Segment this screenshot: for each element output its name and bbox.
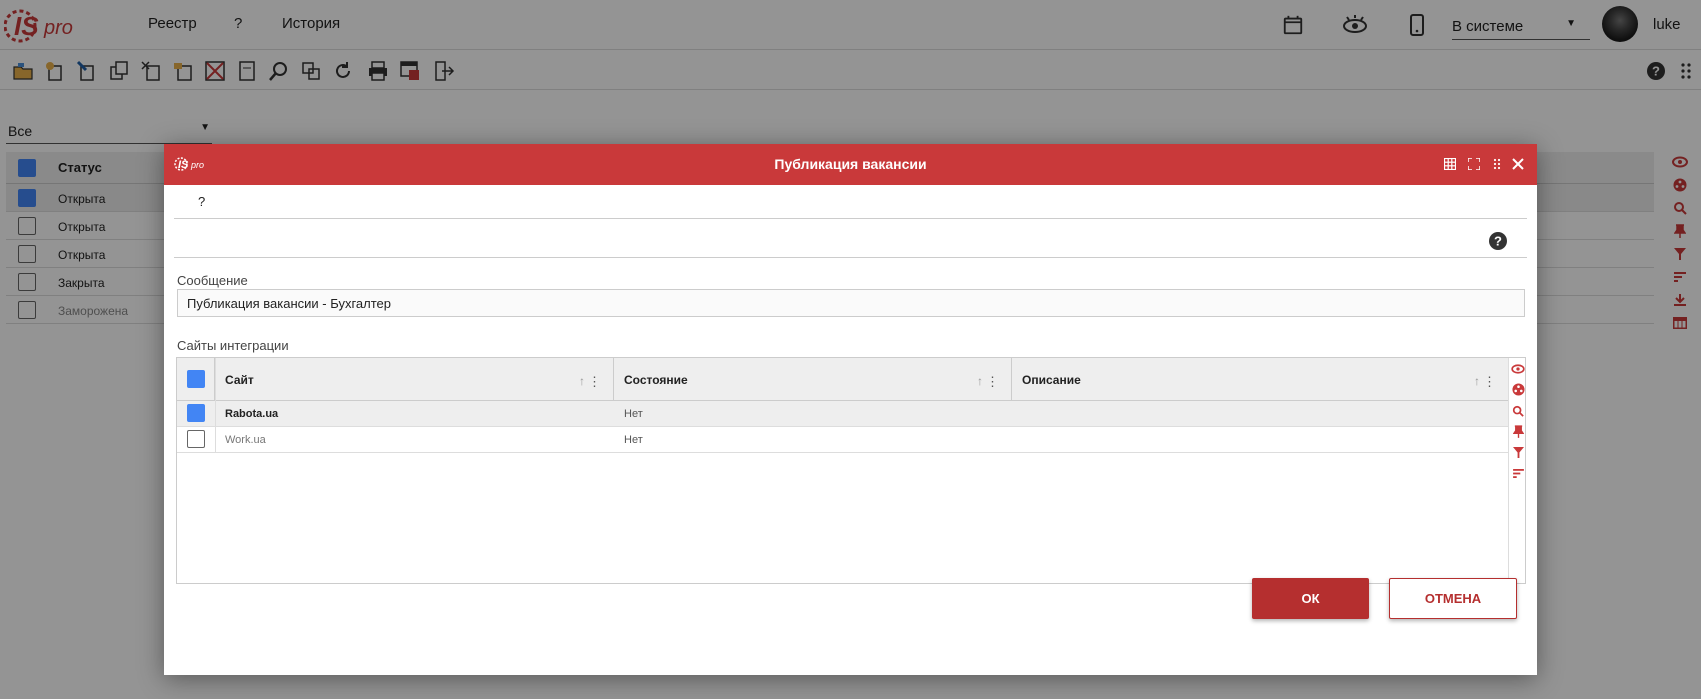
reel-icon[interactable] [1509, 379, 1527, 400]
message-input[interactable]: Публикация вакансии - Бухгалтер [177, 289, 1525, 317]
publish-vacancy-dialog: IS pro Публикация вакансии ? ? Сообщение … [164, 144, 1537, 675]
row-state: Нет [624, 408, 643, 420]
column-label: Сайт [225, 373, 254, 387]
grid-header: Сайт ↑ ⋮ Состояние ↑ ⋮ Описание ↑ ⋮ [177, 358, 1508, 401]
sort-icon[interactable] [1509, 463, 1527, 484]
dialog-menu-help[interactable]: ? [198, 194, 205, 209]
help-icon[interactable]: ? [1487, 230, 1509, 252]
sort-arrow-icon[interactable]: ↑ [977, 374, 983, 388]
row-checkbox[interactable] [187, 404, 205, 422]
ok-button[interactable]: ОК [1252, 578, 1369, 619]
pin-icon[interactable] [1509, 421, 1527, 442]
column-header-state[interactable]: Состояние ↑ ⋮ [614, 358, 1012, 401]
fullscreen-icon[interactable] [1466, 156, 1482, 172]
grid-view-icon[interactable] [1442, 156, 1458, 172]
message-label: Сообщение [177, 273, 248, 288]
row-site: Work.ua [225, 434, 266, 446]
svg-text:?: ? [1494, 234, 1502, 249]
table-row[interactable]: Work.ua Нет [177, 427, 1508, 453]
column-menu-icon[interactable]: ⋮ [986, 374, 999, 390]
row-site: Rabota.ua [225, 408, 279, 420]
sort-arrow-icon[interactable]: ↑ [579, 374, 585, 388]
divider [174, 257, 1527, 258]
sort-arrow-icon[interactable]: ↑ [1474, 374, 1480, 388]
filter-icon[interactable] [1509, 442, 1527, 463]
column-menu-icon[interactable]: ⋮ [588, 374, 601, 390]
column-header-description[interactable]: Описание ↑ ⋮ [1012, 358, 1508, 401]
column-header-site[interactable]: Сайт ↑ ⋮ [215, 358, 614, 401]
search-icon[interactable] [1509, 400, 1527, 421]
divider [174, 218, 1527, 219]
dialog-header: IS pro Публикация вакансии [164, 144, 1537, 185]
dialog-title: Публикация вакансии [774, 156, 927, 172]
column-label: Описание [1022, 373, 1081, 387]
integration-sites-label: Сайты интеграции [177, 338, 289, 353]
eye-icon[interactable] [1509, 358, 1527, 379]
row-checkbox[interactable] [187, 430, 205, 448]
table-row[interactable]: Rabota.ua Нет [177, 401, 1508, 427]
grid-side-tools [1508, 358, 1526, 583]
column-menu-icon[interactable]: ⋮ [1483, 374, 1496, 390]
checkbox-column [177, 358, 215, 401]
cancel-button[interactable]: ОТМЕНА [1389, 578, 1517, 619]
row-state: Нет [624, 434, 643, 446]
close-icon[interactable] [1510, 156, 1526, 172]
column-divider [215, 358, 216, 453]
drag-handle-icon[interactable] [1489, 156, 1505, 172]
column-label: Состояние [624, 373, 688, 387]
integration-sites-grid: Сайт ↑ ⋮ Состояние ↑ ⋮ Описание ↑ ⋮ Rabo… [176, 357, 1526, 584]
